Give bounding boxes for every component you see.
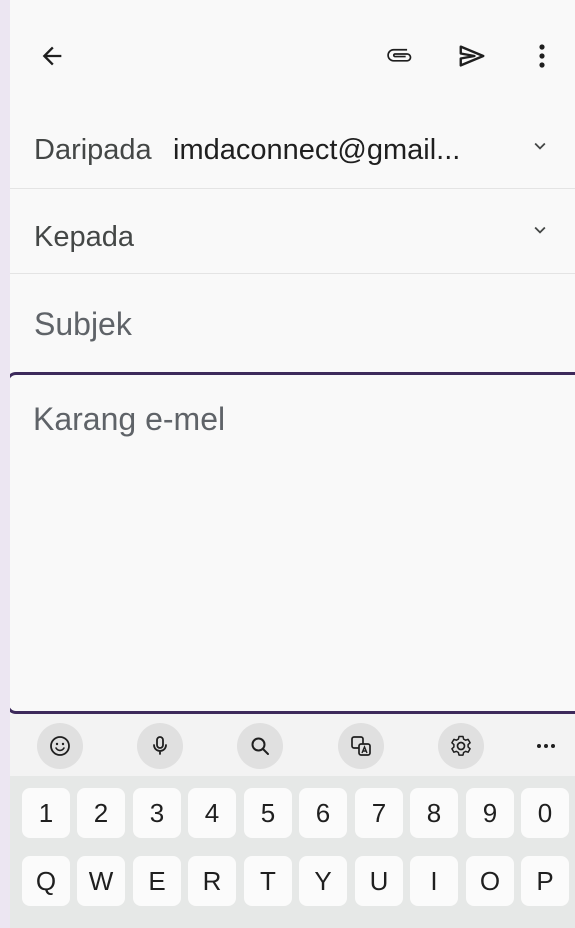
from-dropdown-button[interactable] [526, 132, 554, 160]
key-p[interactable]: P [521, 856, 569, 906]
key-3[interactable]: 3 [133, 788, 181, 838]
key-4[interactable]: 4 [188, 788, 236, 838]
key-7[interactable]: 7 [355, 788, 403, 838]
voice-input-button[interactable] [137, 723, 183, 769]
back-arrow-icon [42, 46, 62, 66]
key-6[interactable]: 6 [299, 788, 347, 838]
to-label: Kepada [34, 221, 134, 253]
key-e[interactable]: E [133, 856, 181, 906]
chevron-down-icon [534, 142, 546, 150]
key-0[interactable]: 0 [521, 788, 569, 838]
translate-icon [351, 736, 371, 756]
translate-button[interactable] [338, 723, 384, 769]
key-t[interactable]: T [244, 856, 292, 906]
key-9[interactable]: 9 [466, 788, 514, 838]
send-icon [459, 45, 485, 67]
settings-icon [451, 735, 471, 756]
send-button[interactable] [452, 36, 492, 76]
back-button[interactable] [32, 36, 72, 76]
key-y[interactable]: Y [299, 856, 347, 906]
search-icon [251, 737, 269, 755]
keyboard-settings-button[interactable] [438, 723, 484, 769]
subject-field[interactable]: Subjek [10, 274, 575, 370]
keyboard-toolbar [10, 714, 575, 776]
to-expand-button[interactable] [526, 216, 554, 244]
key-2[interactable]: 2 [77, 788, 125, 838]
compose-screen: Daripada imdaconnect@gmail... Kepada Sub… [10, 0, 575, 928]
body-field[interactable]: Karang e-mel [10, 372, 575, 714]
emoji-button[interactable] [37, 723, 83, 769]
chevron-down-icon [534, 226, 546, 234]
key-w[interactable]: W [77, 856, 125, 906]
keyboard-search-button[interactable] [237, 723, 283, 769]
key-1[interactable]: 1 [22, 788, 70, 838]
from-row[interactable]: Daripada imdaconnect@gmail... [10, 112, 575, 189]
from-label: Daripada [34, 134, 152, 166]
key-r[interactable]: R [188, 856, 236, 906]
subject-placeholder: Subjek [34, 306, 132, 342]
more-vert-icon [539, 44, 545, 68]
key-8[interactable]: 8 [410, 788, 458, 838]
body-placeholder: Karang e-mel [33, 401, 226, 437]
more-horiz-icon [537, 744, 555, 748]
key-o[interactable]: O [466, 856, 514, 906]
attach-button[interactable] [380, 36, 420, 76]
keyboard-more-button[interactable] [523, 723, 569, 769]
more-options-button[interactable] [526, 36, 558, 76]
key-q[interactable]: Q [22, 856, 70, 906]
top-app-bar [10, 0, 575, 112]
keyboard-keys: 1 2 3 4 5 6 7 8 9 0 Q W E R T Y U I O P [10, 776, 575, 928]
key-u[interactable]: U [355, 856, 403, 906]
mic-icon [153, 736, 167, 755]
key-5[interactable]: 5 [244, 788, 292, 838]
from-account[interactable]: imdaconnect@gmail... [173, 134, 460, 167]
paperclip-icon [387, 48, 412, 62]
emoji-icon [50, 736, 70, 756]
to-row[interactable]: Kepada [10, 189, 575, 274]
key-i[interactable]: I [410, 856, 458, 906]
